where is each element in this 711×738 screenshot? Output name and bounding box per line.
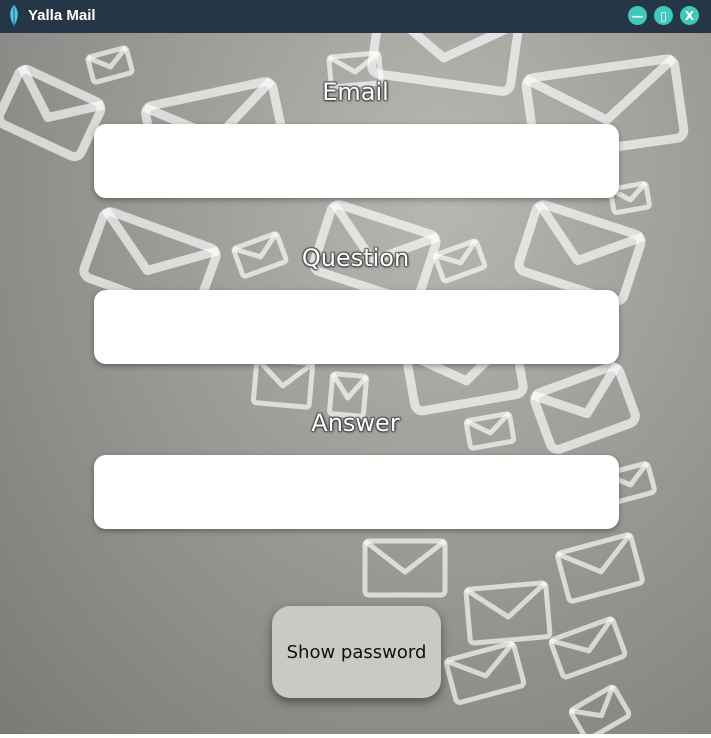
envelope-icon (362, 538, 448, 598)
title-bar[interactable]: Yalla Mail — ▯ X (0, 0, 711, 33)
bottom-border (0, 734, 711, 738)
envelope-icon (530, 362, 640, 454)
close-button[interactable]: X (680, 6, 699, 25)
envelope-icon (250, 356, 316, 410)
question-label: Question (301, 244, 410, 272)
feather-icon (10, 5, 18, 27)
minimize-icon: — (631, 8, 644, 23)
minimize-button[interactable]: — (628, 6, 647, 25)
show-password-button[interactable]: Show password (272, 606, 441, 698)
maximize-button[interactable]: ▯ (654, 6, 673, 25)
answer-label: Answer (311, 409, 400, 437)
envelope-icon (555, 532, 645, 604)
window-title: Yalla Mail (28, 7, 96, 24)
envelope-icon (548, 616, 628, 680)
question-field[interactable] (94, 290, 619, 364)
main-panel: Email Question Answer Show password (0, 33, 711, 734)
answer-field[interactable] (94, 455, 619, 529)
email-label: Email (322, 78, 389, 106)
envelope-icon (443, 641, 527, 705)
email-field[interactable] (94, 124, 619, 198)
envelope-icon (568, 684, 632, 734)
envelope-icon (463, 580, 553, 646)
maximize-icon: ▯ (660, 8, 667, 23)
close-icon: X (684, 8, 695, 23)
